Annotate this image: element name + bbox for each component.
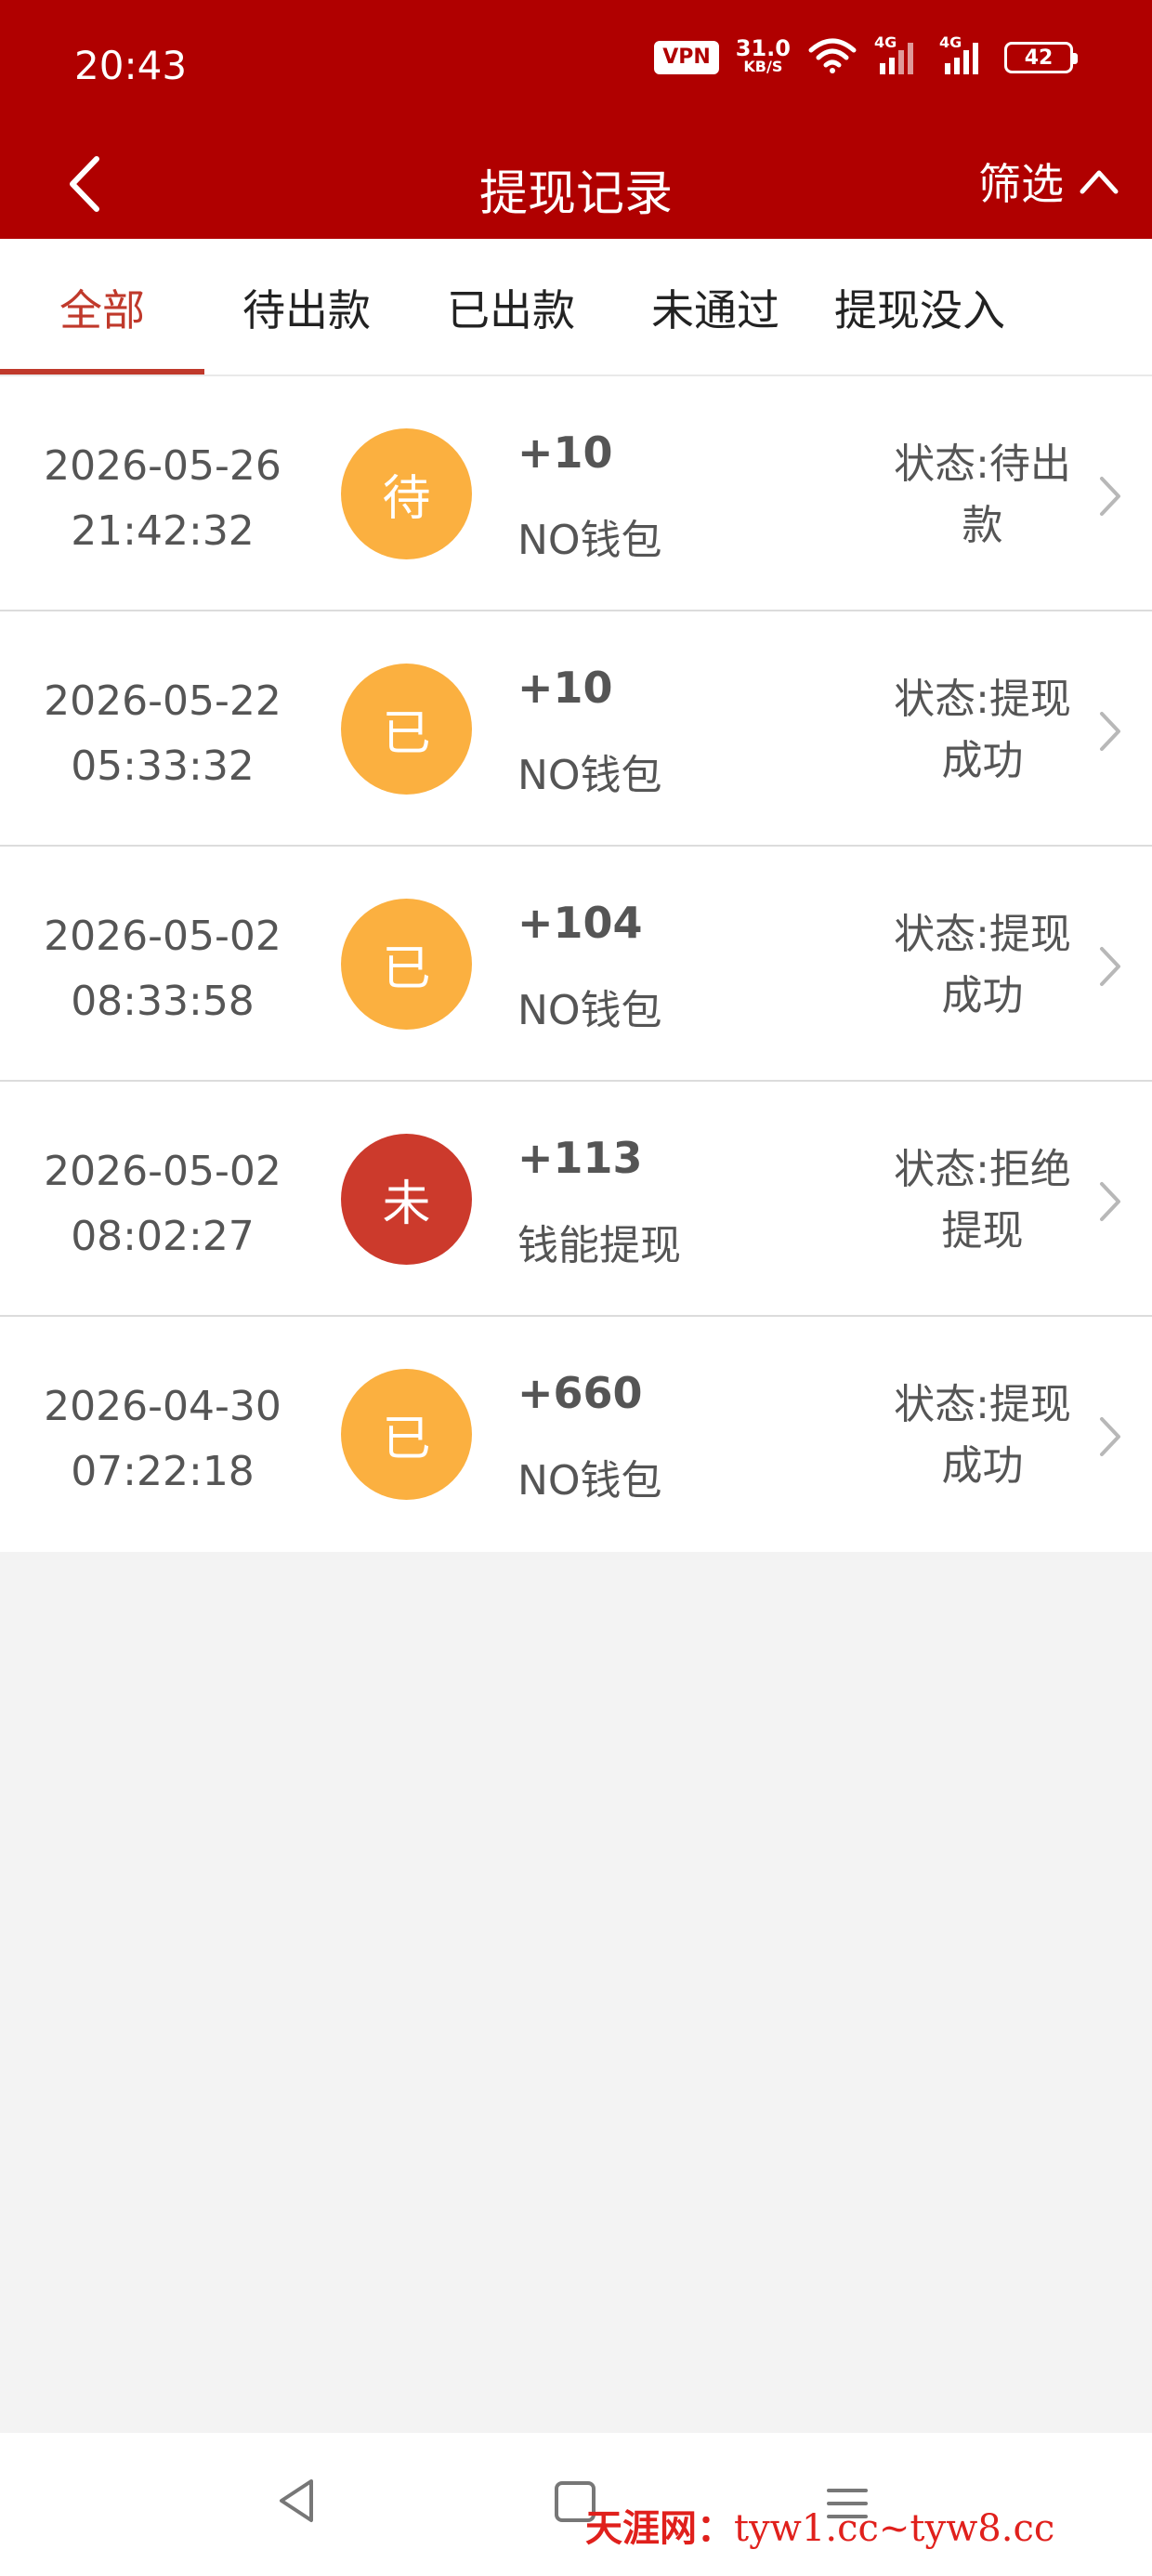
chevron-right-icon (1100, 947, 1120, 986)
status-bar: 20:43 VPN 31.0 KB/S 4G 4G 42 (0, 0, 1152, 130)
status-icons: VPN 31.0 KB/S 4G 4G 42 (654, 33, 1078, 78)
record-amount: +10 (517, 663, 613, 713)
record-status-line2: 款 (962, 502, 1003, 549)
record-amount: +113 (517, 1133, 643, 1183)
header: 20:43 VPN 31.0 KB/S 4G 4G 42 提现记录 筛选 (0, 0, 1152, 239)
record-wallet: NO钱包 (517, 1457, 662, 1505)
status-badge: 未 (341, 1134, 472, 1265)
record-amount: +104 (517, 898, 643, 948)
record-datetime: 2026-05-02 08:33:58 (37, 904, 288, 1034)
page: 20:43 VPN 31.0 KB/S 4G 4G 42 提现记录 筛选 全部 … (0, 0, 1152, 2576)
list-item[interactable]: 2026-05-22 05:33:32 已 +10 NO钱包 状态:提现 成功 (0, 611, 1152, 847)
record-date: 2026-04-30 (44, 1383, 281, 1430)
list-item[interactable]: 2026-05-02 08:33:58 已 +104 NO钱包 状态:提现 成功 (0, 847, 1152, 1082)
wifi-icon (807, 37, 857, 78)
tab-paid[interactable]: 已出款 (409, 239, 613, 376)
tab-all-label: 全部 (59, 285, 145, 335)
record-status-line1: 状态:提现 (894, 911, 1071, 958)
record-time: 08:33:58 (71, 978, 255, 1025)
record-datetime: 2026-05-26 21:42:32 (37, 434, 288, 564)
record-amount: +660 (517, 1368, 643, 1418)
record-time: 08:02:27 (71, 1213, 255, 1260)
network-speed: 31.0 KB/S (735, 35, 791, 76)
record-wallet: NO钱包 (517, 987, 662, 1034)
chevron-right-icon (1100, 712, 1120, 751)
record-status-line2: 成功 (941, 1442, 1024, 1490)
status-badge: 已 (341, 664, 472, 795)
list-item[interactable]: 2026-04-30 07:22:18 已 +660 NO钱包 状态:提现 成功 (0, 1317, 1152, 1552)
tab-rejected[interactable]: 未通过 (613, 239, 818, 376)
tab-not-received-label: 提现没入 (834, 285, 1005, 335)
chevron-up-icon (1080, 170, 1119, 194)
nav-bar: 提现记录 筛选 (0, 130, 1152, 239)
status-time: 20:43 (74, 43, 188, 88)
record-status: 状态:待出 款 (873, 434, 1092, 557)
record-status-line2: 成功 (941, 972, 1024, 1019)
tab-not-received[interactable]: 提现没入 (808, 239, 1031, 376)
record-amount: +10 (517, 427, 613, 478)
watermark-domains: tyw1.cc~tyw8.cc (734, 2507, 1055, 2550)
chevron-right-icon (1100, 477, 1120, 516)
watermark-brand: 天涯网： (585, 2506, 734, 2550)
signal-icon-2: 4G (939, 33, 988, 76)
record-datetime: 2026-05-22 05:33:32 (37, 669, 288, 799)
chevron-right-icon (1100, 1182, 1120, 1221)
record-status: 状态:提现 成功 (873, 669, 1092, 792)
vpn-icon: VPN (654, 41, 719, 74)
record-time: 07:22:18 (71, 1448, 255, 1495)
tab-paid-label: 已出款 (447, 285, 575, 335)
record-status-line1: 状态:拒绝 (894, 1146, 1071, 1193)
list-item[interactable]: 2026-05-26 21:42:32 待 +10 NO钱包 状态:待出 款 (0, 376, 1152, 611)
record-wallet: 钱能提现 (517, 1222, 681, 1269)
record-status: 状态:提现 成功 (873, 1374, 1092, 1497)
tab-rejected-label: 未通过 (651, 285, 779, 335)
tab-active-indicator (0, 369, 204, 375)
record-wallet: NO钱包 (517, 752, 662, 799)
record-date: 2026-05-26 (44, 442, 281, 490)
network-speed-value: 31.0 (735, 35, 791, 61)
tab-bar: 全部 待出款 已出款 未通过 提现没入 (0, 239, 1152, 376)
record-status: 状态:提现 成功 (873, 904, 1092, 1027)
status-badge: 已 (341, 899, 472, 1030)
record-datetime: 2026-05-02 08:02:27 (37, 1139, 288, 1269)
tab-pending[interactable]: 待出款 (204, 239, 409, 376)
withdrawal-record-list: 2026-05-26 21:42:32 待 +10 NO钱包 状态:待出 款 2… (0, 376, 1152, 1552)
signal-icon-1: 4G (874, 33, 923, 76)
record-date: 2026-05-22 (44, 677, 281, 725)
tab-all[interactable]: 全部 (0, 239, 204, 376)
record-status-line1: 状态:提现 (894, 676, 1071, 723)
record-status: 状态:拒绝 提现 (873, 1139, 1092, 1262)
list-item[interactable]: 2026-05-02 08:02:27 未 +113 钱能提现 状态:拒绝 提现 (0, 1082, 1152, 1317)
watermark: 天涯网：tyw1.cc~tyw8.cc (585, 2498, 1054, 2552)
tab-pending-label: 待出款 (242, 285, 371, 335)
status-badge: 已 (341, 1369, 472, 1500)
filter-label: 筛选 (978, 159, 1064, 209)
record-status-line2: 提现 (941, 1207, 1024, 1255)
battery-icon: 42 (1004, 42, 1078, 73)
record-status-line1: 状态:提现 (894, 1381, 1071, 1428)
record-date: 2026-05-02 (44, 1148, 281, 1195)
record-time: 21:42:32 (71, 507, 255, 555)
record-date: 2026-05-02 (44, 913, 281, 960)
record-time: 05:33:32 (71, 743, 255, 790)
record-status-line2: 成功 (941, 737, 1024, 784)
status-badge: 待 (341, 428, 472, 559)
network-speed-unit: KB/S (743, 58, 783, 75)
filter-button[interactable]: 筛选 (978, 149, 1119, 214)
record-wallet: NO钱包 (517, 517, 662, 564)
record-datetime: 2026-04-30 07:22:18 (37, 1374, 288, 1505)
chevron-right-icon (1100, 1417, 1120, 1456)
system-back-icon[interactable] (276, 2477, 317, 2524)
record-status-line1: 状态:待出 (894, 440, 1071, 488)
